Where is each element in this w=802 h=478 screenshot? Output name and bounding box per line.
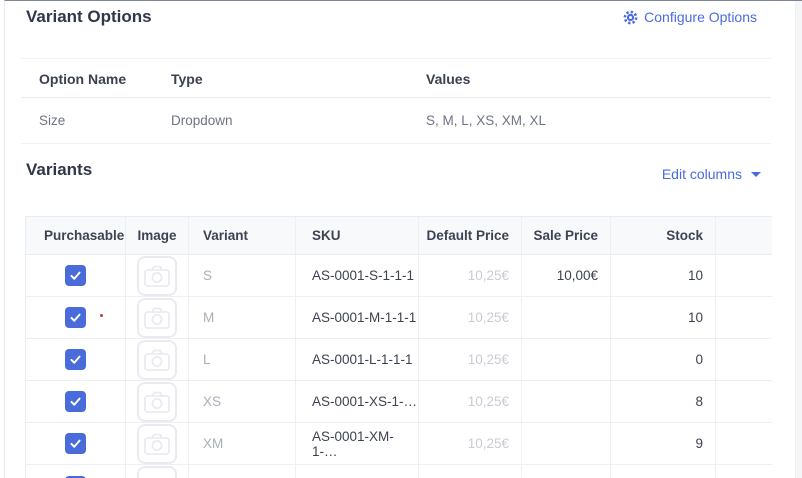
col-default-price: Default Price — [419, 217, 522, 255]
variants-table-header: Purchasable Image Variant SKU Default Pr… — [26, 217, 772, 255]
page-title: Variant Options — [26, 7, 152, 26]
check-icon — [70, 439, 81, 448]
col-values: Values — [426, 71, 471, 87]
table-row-partial — [26, 465, 772, 478]
variant-name: M — [189, 297, 296, 339]
configure-options-button[interactable]: Configure Options — [623, 9, 757, 25]
options-table-header: Option Name Type Values — [21, 58, 771, 98]
camera-icon — [144, 349, 170, 371]
default-price-value[interactable]: 10,25€ — [419, 255, 522, 297]
sale-price-value[interactable] — [522, 381, 611, 423]
camera-icon — [144, 265, 170, 287]
purchasable-checkbox[interactable] — [65, 391, 86, 412]
option-type-value: Dropdown — [171, 113, 233, 128]
col-option-name: Option Name — [39, 71, 127, 87]
camera-icon — [144, 433, 170, 455]
purchasable-checkbox[interactable] — [65, 349, 86, 370]
sku-value: AS-0001-L-1-1-1 — [296, 339, 419, 381]
default-price-value[interactable]: 10,25€ — [419, 339, 522, 381]
purchasable-checkbox[interactable] — [65, 433, 86, 454]
table-row: M AS-0001-M-1-1-1 10,25€ 10 — [26, 297, 772, 339]
stray-dot-marker — [100, 314, 103, 317]
stock-value[interactable]: 10 — [611, 255, 716, 297]
col-type: Type — [171, 71, 203, 87]
edit-columns-label: Edit columns — [661, 166, 742, 182]
table-row: XS AS-0001-XS-1-… 10,25€ 8 — [26, 381, 772, 423]
variant-name: L — [189, 339, 296, 381]
table-row: S AS-0001-S-1-1-1 10,25€ 10,00€ 10 — [26, 255, 772, 297]
option-values-value: S, M, L, XS, XM, XL — [426, 113, 547, 128]
check-icon — [70, 313, 81, 322]
option-name-value: Size — [39, 113, 66, 128]
gear-icon — [623, 10, 638, 25]
default-price-value[interactable]: 10,25€ — [419, 297, 522, 339]
col-stock: Stock — [611, 217, 716, 255]
variant-name: XS — [189, 381, 296, 423]
image-placeholder[interactable] — [137, 381, 177, 422]
col-clipped: I — [716, 217, 772, 255]
variant-name: XM — [189, 423, 296, 465]
options-table: Option Name Type Values Size Dropdown S,… — [21, 58, 771, 144]
check-icon — [70, 397, 81, 406]
purchasable-checkbox[interactable] — [65, 265, 86, 286]
chevron-down-icon — [751, 171, 761, 177]
stock-value[interactable]: 9 — [611, 423, 716, 465]
vertical-scrollbar[interactable] — [795, 1, 802, 478]
configure-options-label: Configure Options — [644, 9, 757, 25]
col-variant: Variant — [189, 217, 296, 255]
default-price-value[interactable]: 10,25€ — [419, 423, 522, 465]
col-image: Image — [126, 217, 189, 255]
variant-options-panel: Variant Options Configure Options Option… — [4, 0, 802, 478]
edit-columns-button[interactable]: Edit columns — [662, 166, 761, 182]
variants-title: Variants — [26, 160, 93, 179]
sku-value: AS-0001-XS-1-… — [296, 381, 419, 423]
variants-table: Purchasable Image Variant SKU Default Pr… — [25, 216, 772, 478]
sku-value: AS-0001-S-1-1-1 — [296, 255, 419, 297]
option-row-size[interactable]: Size Dropdown S, M, L, XS, XM, XL — [21, 98, 771, 144]
image-placeholder[interactable] — [137, 297, 177, 338]
purchasable-checkbox[interactable] — [65, 307, 86, 328]
check-icon — [70, 355, 81, 364]
image-placeholder[interactable] — [137, 466, 177, 478]
sale-price-value[interactable] — [522, 297, 611, 339]
check-icon — [70, 271, 81, 280]
col-sku: SKU — [296, 217, 419, 255]
stock-value[interactable]: 10 — [611, 297, 716, 339]
table-row: XM AS-0001-XM-1-… 10,25€ 9 — [26, 423, 772, 465]
image-placeholder[interactable] — [137, 339, 177, 380]
camera-icon — [144, 391, 170, 413]
sale-price-value[interactable]: 10,00€ — [522, 255, 611, 297]
sku-value: AS-0001-M-1-1-1 — [296, 297, 419, 339]
image-placeholder[interactable] — [137, 255, 177, 296]
stock-value[interactable]: 8 — [611, 381, 716, 423]
sale-price-value[interactable] — [522, 423, 611, 465]
variants-table-body: S AS-0001-S-1-1-1 10,25€ 10,00€ 10 M AS-… — [26, 255, 772, 478]
camera-icon — [144, 307, 170, 329]
sale-price-value[interactable] — [522, 339, 611, 381]
sku-value: AS-0001-XM-1-… — [296, 423, 419, 465]
col-sale-price: Sale Price — [522, 217, 611, 255]
table-row: L AS-0001-L-1-1-1 10,25€ 0 — [26, 339, 772, 381]
default-price-value[interactable]: 10,25€ — [419, 381, 522, 423]
variant-name: S — [189, 255, 296, 297]
col-purchasable: Purchasable — [26, 217, 126, 255]
image-placeholder[interactable] — [137, 423, 177, 464]
stock-value[interactable]: 0 — [611, 339, 716, 381]
